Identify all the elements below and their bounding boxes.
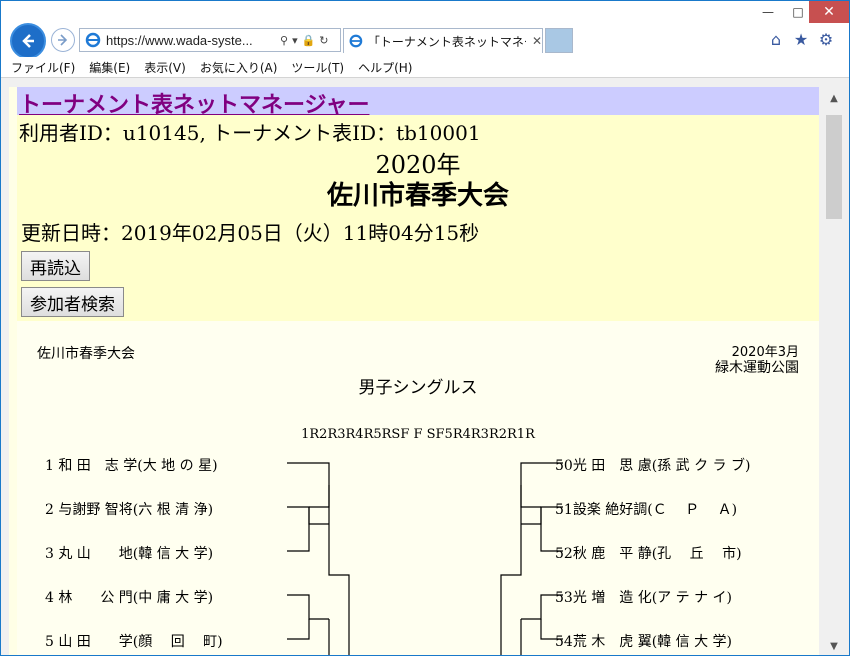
vertical-scrollbar[interactable]: ▲ ▼ bbox=[823, 87, 845, 655]
bracket-lines bbox=[287, 462, 563, 655]
address-url[interactable]: https://www.wada-syste... bbox=[106, 33, 276, 48]
bracket-line bbox=[287, 507, 310, 552]
scrollbar-thumb[interactable] bbox=[826, 115, 842, 219]
menu-bar: ファイル(F) 編集(E) 表示(V) お気に入り(A) ツール(T) ヘルプ(… bbox=[1, 57, 849, 78]
browser-tab[interactable]: 「トーナメント表ネットマネージャ... ✕ bbox=[343, 28, 543, 53]
menu-help[interactable]: ヘルプ(H) bbox=[358, 59, 412, 76]
ie-logo-icon bbox=[85, 32, 101, 48]
refresh-icon[interactable]: ↻ bbox=[319, 34, 328, 47]
back-button[interactable] bbox=[10, 23, 46, 59]
ie-tab-icon bbox=[349, 34, 363, 48]
bracket-line bbox=[287, 619, 310, 640]
navigation-bar: https://www.wada-syste... ⚲ ▾ 🔒 ↻ 「トーナメン… bbox=[1, 23, 849, 59]
bracket-line bbox=[287, 506, 329, 525]
minimize-button[interactable]: — bbox=[753, 1, 783, 23]
site-header: トーナメント表ネットマネージャー bbox=[17, 87, 819, 118]
bracket-line bbox=[328, 485, 350, 655]
menu-file[interactable]: ファイル(F) bbox=[11, 59, 75, 76]
toolbar-icons: ⌂ ★ ⚙ bbox=[767, 30, 835, 49]
bracket-line bbox=[521, 506, 563, 525]
title-bar: — □ ✕ bbox=[1, 1, 849, 25]
page-content: トーナメント表ネットマネージャー 利用者ID：u10145, トーナメント表ID… bbox=[9, 87, 819, 655]
settings-gear-icon[interactable]: ⚙ bbox=[817, 30, 835, 49]
forward-arrow-icon bbox=[58, 34, 68, 46]
user-id-line: 利用者ID：u10145, トーナメント表ID：tb10001 bbox=[19, 121, 481, 145]
reload-button[interactable]: 再読込 bbox=[21, 251, 90, 281]
menu-tools[interactable]: ツール(T) bbox=[291, 59, 344, 76]
browser-window: — □ ✕ https://www.wada-syste... ⚲ ▾ 🔒 ↻ bbox=[0, 0, 850, 656]
bracket-line bbox=[287, 462, 330, 508]
bracket-line bbox=[521, 594, 563, 620]
search-icon[interactable]: ⚲ bbox=[280, 34, 288, 47]
bracket-line bbox=[520, 462, 563, 508]
bracket-line bbox=[287, 594, 329, 620]
event-heading: 佐川市春季大会 bbox=[326, 181, 509, 211]
tab-title: 「トーナメント表ネットマネージャ... bbox=[367, 34, 526, 49]
lock-icon[interactable]: 🔒 bbox=[302, 34, 316, 47]
participant-search-button[interactable]: 参加者検索 bbox=[21, 287, 124, 317]
info-block: 利用者ID：u10145, トーナメント表ID：tb10001 2020年 佐川… bbox=[17, 115, 819, 321]
bracket-line bbox=[540, 619, 563, 640]
updated-timestamp: 更新日時：2019年02月05日（火）11時04分15秒 bbox=[21, 221, 480, 245]
new-tab-button[interactable] bbox=[545, 28, 573, 53]
tab-close-icon[interactable]: ✕ bbox=[532, 34, 542, 48]
dropdown-icon[interactable]: ▾ bbox=[292, 34, 298, 47]
favorites-star-icon[interactable]: ★ bbox=[792, 30, 810, 49]
home-icon[interactable]: ⌂ bbox=[767, 30, 785, 49]
scroll-up-arrow-icon[interactable]: ▲ bbox=[823, 87, 845, 109]
bracket-line bbox=[540, 507, 563, 552]
menu-view[interactable]: 表示(V) bbox=[144, 59, 186, 76]
menu-favorites[interactable]: お気に入り(A) bbox=[200, 59, 278, 76]
scroll-down-arrow-icon[interactable]: ▼ bbox=[823, 635, 845, 655]
left-gutter bbox=[1, 78, 9, 655]
address-bar[interactable]: https://www.wada-syste... ⚲ ▾ 🔒 ↻ bbox=[79, 28, 341, 52]
tournament-bracket: 佐川市春季大会 2020年3月 緑木運動公園 男子シングルス 1R2R3R4R5… bbox=[17, 321, 819, 655]
close-button[interactable]: ✕ bbox=[809, 1, 849, 23]
bracket-line bbox=[500, 485, 522, 655]
back-arrow-icon bbox=[22, 34, 34, 48]
menu-edit[interactable]: 編集(E) bbox=[89, 59, 130, 76]
forward-button[interactable] bbox=[51, 28, 75, 52]
